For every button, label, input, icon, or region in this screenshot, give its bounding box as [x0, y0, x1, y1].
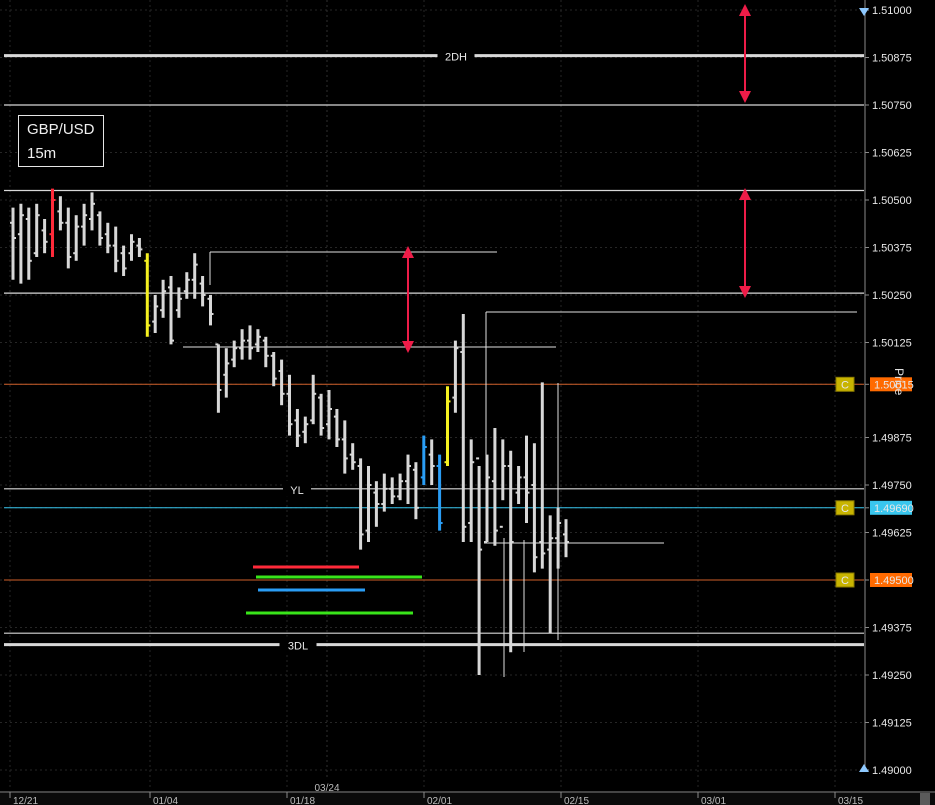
scroll-down-icon — [859, 764, 869, 772]
time-tick-label: 02/15 — [564, 796, 589, 805]
price-tick-label: 1.49000 — [872, 765, 912, 777]
price-tick-label: 1.49625 — [872, 528, 912, 540]
price-chart[interactable]: 1.51000 1.50875 1.50750 1.50625 1.50500 1.503… — [0, 0, 935, 805]
price-tick-label: 1.51000 — [872, 5, 912, 17]
time-cursor-label: 03/24 — [314, 783, 339, 794]
time-tick-label: 12/21 — [13, 796, 38, 805]
price-marker-label: 1.49690 — [874, 503, 914, 515]
arrow-down-icon — [739, 91, 751, 103]
time-tick-label: 01/04 — [153, 796, 178, 805]
arrow-up-icon — [739, 188, 751, 200]
price-tick-label: 1.50375 — [872, 243, 912, 255]
price-tick-label: 1.49750 — [872, 480, 912, 492]
price-tick-label: 1.49875 — [872, 433, 912, 445]
symbol-timeframe: 15m — [27, 145, 57, 162]
time-tick-label: 02/01 — [427, 796, 452, 805]
time-tick-label: 01/18 — [290, 796, 315, 805]
time-axis-band — [0, 793, 935, 805]
scroll-thumb — [920, 793, 930, 805]
level-label: YL — [290, 485, 303, 497]
price-tick-label: 1.50125 — [872, 338, 912, 350]
price-tick-label: 1.50750 — [872, 100, 912, 112]
level-tag-label: C — [841, 379, 849, 391]
price-tick-label: 1.50875 — [872, 53, 912, 65]
price-tick-label: 1.49250 — [872, 670, 912, 682]
time-tick-label: 03/15 — [838, 796, 863, 805]
price-tick-label: 1.49375 — [872, 623, 912, 635]
price-tick-label: 1.50500 — [872, 195, 912, 207]
price-marker-label: 1.49500 — [874, 575, 914, 587]
price-tick-label: 1.50250 — [872, 290, 912, 302]
symbol-box: GBP/USD 15m — [18, 115, 104, 167]
price-tick-label: 1.50625 — [872, 148, 912, 160]
level-label: 2DH — [445, 52, 467, 64]
price-axis-title: Price — [892, 368, 906, 396]
scroll-up-icon — [859, 8, 869, 16]
level-label: 3DL — [288, 641, 308, 653]
time-tick-label: 03/01 — [701, 796, 726, 805]
level-tag-label: C — [841, 503, 849, 515]
symbol-pair: GBP/USD — [27, 121, 95, 138]
arrow-down-icon — [739, 286, 751, 298]
price-tick-label: 1.49125 — [872, 718, 912, 730]
level-tag-label: C — [841, 575, 849, 587]
